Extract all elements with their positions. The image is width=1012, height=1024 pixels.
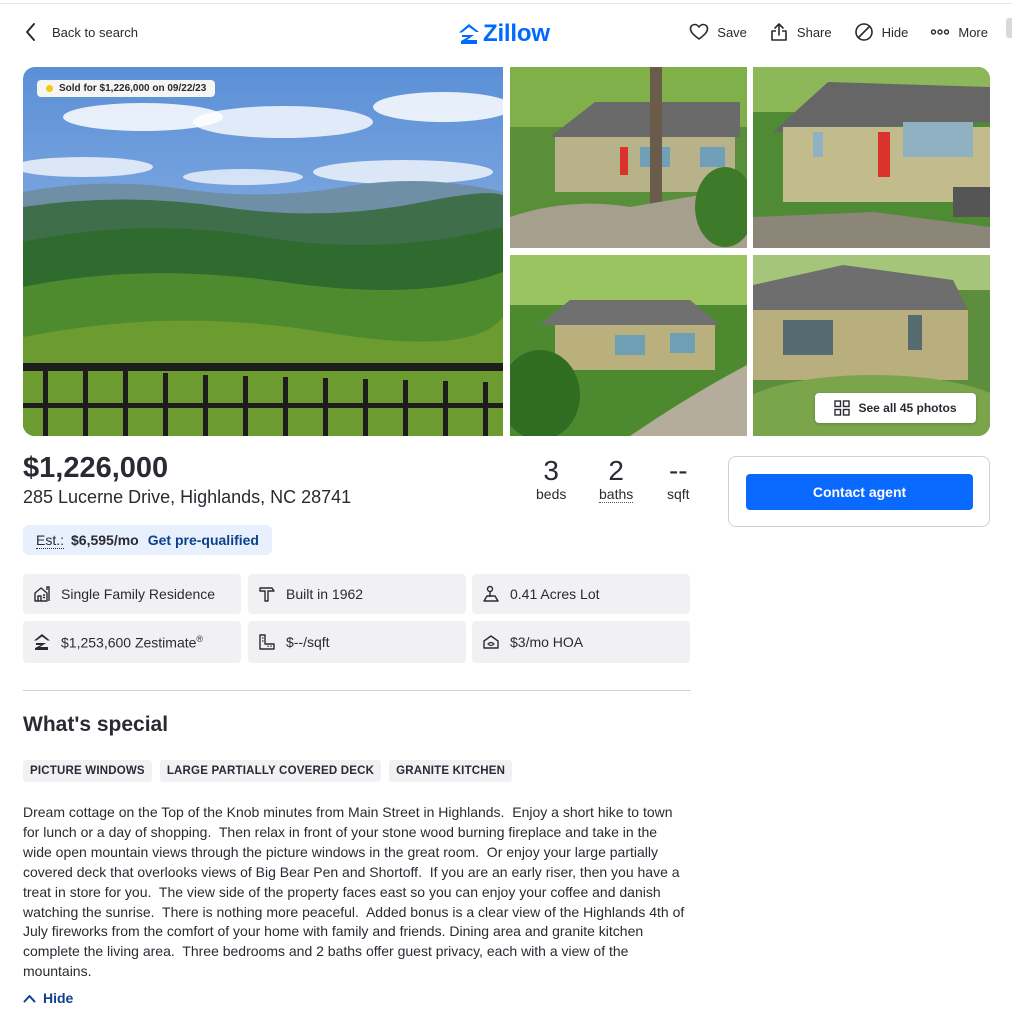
hide-button[interactable]: Hide — [854, 22, 909, 42]
more-dots-icon — [931, 29, 950, 35]
hide-icon — [854, 23, 873, 41]
share-button[interactable]: Share — [769, 22, 832, 42]
special-tags: PICTURE WINDOWS LARGE PARTIALLY COVERED … — [23, 760, 513, 782]
zillow-logo-icon — [459, 24, 479, 44]
beds-value: 3 — [543, 455, 559, 486]
fact-lot-size: 0.41 Acres Lot — [472, 574, 690, 614]
sold-badge: Sold for $1,226,000 on 09/22/23 — [37, 80, 216, 97]
house-front-image — [510, 67, 747, 248]
sqft-label: sqft — [667, 486, 690, 502]
fact-zestimate[interactable]: $1,253,600 Zestimate® — [23, 621, 241, 663]
sqft-value: -- — [668, 455, 688, 486]
fact-hoa-text: $3/mo HOA — [510, 634, 584, 650]
zestimate-value: $1,253,600 Zestimate — [61, 634, 197, 651]
fact-zestimate-text: $1,253,600 Zestimate® — [61, 634, 203, 651]
hide-description-label: Hide — [43, 990, 74, 1006]
fact-home-type: Single Family Residence — [23, 574, 241, 614]
fact-hoa: $3/mo HOA — [472, 621, 690, 663]
share-icon — [771, 23, 787, 41]
mountain-view-image — [23, 67, 503, 436]
fact-year-built: Built in 1962 — [248, 574, 466, 614]
listing-description: Dream cottage on the Top of the Knob min… — [23, 804, 685, 980]
top-border — [0, 0, 1012, 4]
logo-text: Zillow — [483, 20, 550, 47]
header-actions: Save Share Hide More — [689, 22, 988, 42]
more-label: More — [958, 24, 988, 40]
house-photo-4[interactable] — [510, 255, 747, 436]
grid-icon — [834, 400, 851, 416]
registered-mark: ® — [196, 633, 204, 644]
fact-lot-size-text: 0.41 Acres Lot — [510, 586, 600, 602]
listing-price: $1,226,000 — [23, 452, 169, 484]
estimate-value: $6,595/mo — [71, 532, 139, 548]
fact-price-per-sqft-text: $--/sqft — [286, 634, 330, 650]
baths-label: baths — [599, 486, 634, 503]
house-side-image — [510, 255, 747, 436]
contact-agent-button[interactable]: Contact agent — [746, 474, 973, 510]
zestimate-icon — [34, 634, 50, 650]
back-label: Back to search — [52, 24, 138, 40]
house-icon — [34, 586, 50, 602]
sold-status-dot — [46, 85, 53, 92]
sold-badge-text: Sold for $1,226,000 on 09/22/23 — [59, 83, 207, 94]
share-label: Share — [796, 24, 832, 40]
hoa-icon — [483, 635, 499, 649]
ruler-icon — [259, 634, 275, 650]
photo-gallery: Sold for $1,226,000 on 09/22/23 See all … — [23, 67, 990, 436]
listing-address: 285 Lucerne Drive, Highlands, NC 28741 — [23, 487, 352, 507]
scroll-edge-tab — [1006, 18, 1012, 38]
lot-icon — [483, 585, 499, 602]
see-all-photos-button[interactable]: See all 45 photos — [815, 393, 976, 423]
zillow-logo[interactable]: Zillow — [458, 20, 550, 48]
save-button[interactable]: Save — [689, 22, 747, 42]
chevron-up-icon — [23, 994, 36, 1002]
section-divider — [23, 690, 691, 691]
baths-value: 2 — [608, 455, 624, 486]
special-tag: GRANITE KITCHEN — [389, 760, 513, 782]
house-porch-image — [753, 67, 990, 248]
back-to-search-link[interactable]: Back to search — [24, 22, 138, 42]
fact-home-type-text: Single Family Residence — [61, 586, 216, 602]
contact-card: Contact agent — [728, 456, 990, 527]
fact-year-built-text: Built in 1962 — [286, 586, 364, 602]
hammer-icon — [259, 587, 275, 602]
sqft-stat: -- sqft — [667, 455, 690, 503]
get-pre-qualified-link[interactable]: Get pre-qualified — [148, 532, 259, 548]
see-all-label: See all 45 photos — [858, 401, 957, 415]
house-photo-2[interactable] — [510, 67, 747, 248]
special-tag: LARGE PARTIALLY COVERED DECK — [159, 760, 382, 782]
estimate-label[interactable]: Est.: — [36, 532, 65, 549]
header: Back to search Zillow Save Share Hide Mo… — [0, 14, 1012, 56]
more-button[interactable]: More — [930, 22, 988, 42]
hide-label: Hide — [881, 24, 909, 40]
whats-special-heading: What's special — [23, 713, 169, 736]
house-photo-3[interactable] — [753, 67, 990, 248]
save-label: Save — [717, 24, 747, 40]
hide-description-toggle[interactable]: Hide — [23, 990, 73, 1006]
fact-price-per-sqft: $--/sqft — [248, 621, 466, 663]
chevron-left-icon — [26, 23, 35, 41]
estimated-payment: Est.: $6,595/mo Get pre-qualified — [23, 525, 272, 555]
special-tag: PICTURE WINDOWS — [23, 760, 152, 782]
baths-stat[interactable]: 2 baths — [599, 455, 634, 503]
beds-stat: 3 beds — [536, 455, 567, 503]
heart-icon — [689, 23, 709, 40]
main-photo[interactable]: Sold for $1,226,000 on 09/22/23 — [23, 67, 503, 436]
beds-label: beds — [536, 486, 567, 502]
